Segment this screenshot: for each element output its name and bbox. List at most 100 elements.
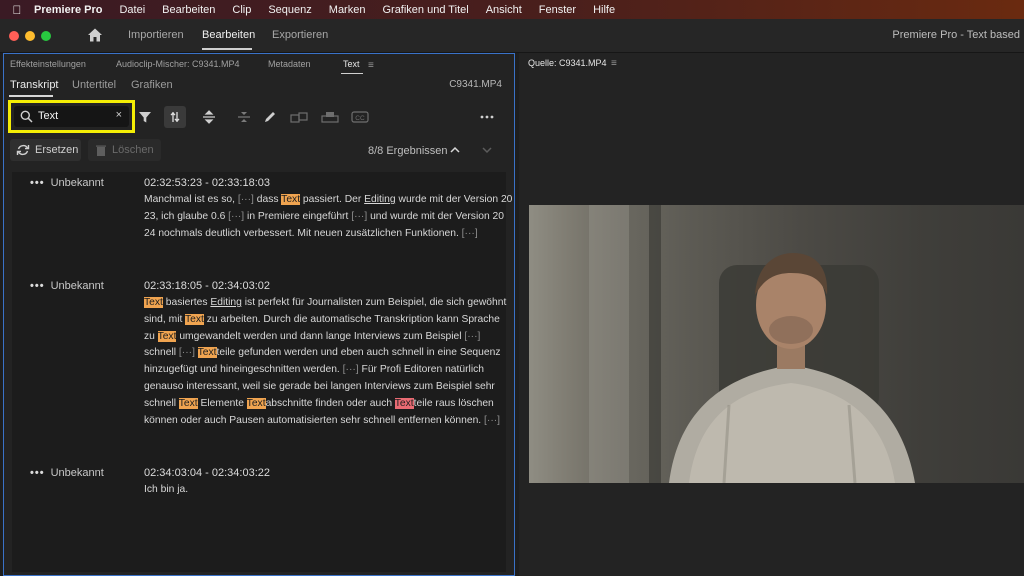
transcript-word: [···] bbox=[461, 227, 478, 239]
speaker-name: Unbekannt bbox=[50, 280, 104, 292]
speaker-menu-icon[interactable]: ••• bbox=[30, 467, 45, 479]
transcript-word: und wurde mit der Version 20 bbox=[367, 210, 505, 222]
search-input[interactable] bbox=[38, 108, 100, 124]
menu-bearbeiten[interactable]: Bearbeiten bbox=[162, 4, 215, 16]
transcript-word: können oder auch Pausen automatisierten … bbox=[144, 414, 485, 426]
transcript-word: [···] bbox=[484, 414, 501, 426]
collapse-icon[interactable] bbox=[233, 106, 255, 128]
subtab-grafiken[interactable]: Grafiken bbox=[131, 79, 173, 91]
search-results-count: 8/8 Ergebnissen bbox=[368, 145, 448, 157]
active-tab-underline bbox=[202, 48, 252, 50]
transcript-line[interactable]: sind, mit Text zu arbeiten. Durch die au… bbox=[144, 313, 500, 325]
search-match[interactable]: Text bbox=[197, 347, 217, 359]
speaker-menu-icon[interactable]: ••• bbox=[30, 177, 45, 189]
tab-metadaten[interactable]: Metadaten bbox=[268, 59, 311, 69]
menu-marken[interactable]: Marken bbox=[329, 4, 366, 16]
tab-quelle[interactable]: Quelle: C9341.MP4 bbox=[528, 58, 607, 68]
edit-pencil-icon[interactable] bbox=[259, 106, 281, 128]
transcript-word: teile gefunden werden und eben auch schn… bbox=[216, 347, 501, 359]
speaker-label[interactable]: ••• Unbekannt bbox=[30, 177, 104, 189]
transcript-line[interactable]: 24 nochmals deutlich verbessert. Mit neu… bbox=[144, 228, 478, 239]
minimize-window-button[interactable] bbox=[25, 31, 35, 41]
search-match[interactable]: Text bbox=[394, 397, 414, 409]
speaker-menu-icon[interactable]: ••• bbox=[30, 280, 45, 292]
delete-button[interactable]: Löschen bbox=[88, 139, 161, 161]
transcript-line[interactable]: schnell Text Elemente Textabschnitte fin… bbox=[144, 397, 494, 409]
search-match[interactable]: Text bbox=[281, 194, 301, 205]
source-video-frame[interactable] bbox=[529, 205, 1024, 483]
expand-icon[interactable] bbox=[198, 106, 220, 128]
speaker-label[interactable]: ••• Unbekannt bbox=[30, 467, 104, 479]
svg-text:CC: CC bbox=[355, 115, 365, 122]
transcript-word: in Premiere eingeführt bbox=[244, 210, 352, 222]
menu-clip[interactable]: Clip bbox=[232, 4, 251, 16]
replace-button[interactable]: Ersetzen bbox=[10, 139, 81, 161]
speaker-name: Unbekannt bbox=[50, 177, 104, 189]
search-match[interactable]: Text bbox=[144, 297, 163, 308]
search-match[interactable]: Text bbox=[185, 313, 204, 325]
previous-result-chevron-up-icon[interactable] bbox=[447, 142, 463, 158]
search-match[interactable]: Text bbox=[178, 397, 198, 409]
menu-ansicht[interactable]: Ansicht bbox=[486, 4, 522, 16]
home-icon[interactable] bbox=[86, 26, 104, 44]
transcript-word: passiert. Der bbox=[300, 194, 365, 205]
captions-icon[interactable]: CC bbox=[349, 106, 371, 128]
tab-bearbeiten[interactable]: Bearbeiten bbox=[202, 29, 255, 41]
menu-datei[interactable]: Datei bbox=[119, 4, 145, 16]
menu-bar:  Premiere Pro Datei Bearbeiten Clip Seq… bbox=[0, 0, 1024, 19]
menu-hilfe[interactable]: Hilfe bbox=[593, 4, 615, 16]
search-match[interactable]: Text bbox=[157, 330, 177, 342]
panel-tab-underline bbox=[341, 73, 363, 74]
transcript-word: umgewandelt werden und dann lange Interv… bbox=[176, 330, 465, 342]
menu-sequenz[interactable]: Sequenz bbox=[268, 4, 311, 16]
transcript-line[interactable]: Text basiertes Editing ist perfekt für J… bbox=[144, 297, 506, 308]
search-match[interactable]: Text bbox=[246, 397, 266, 409]
transcript-line[interactable]: Ich bin ja. bbox=[144, 484, 188, 495]
tab-effekteinstellungen[interactable]: Effekteinstellungen bbox=[10, 59, 86, 69]
transcript-word: teile raus löschen bbox=[413, 397, 494, 409]
subtab-untertitel[interactable]: Untertitel bbox=[72, 79, 116, 91]
clear-search-icon[interactable]: × bbox=[116, 109, 122, 121]
search-field[interactable]: × bbox=[14, 106, 129, 127]
apple-icon[interactable]:  bbox=[0, 3, 34, 17]
transcript-word: ist perfekt für Journalisten zum Beispie… bbox=[241, 297, 507, 308]
transcript-line[interactable]: Manchmal ist es so, [···] dass Text pass… bbox=[144, 194, 512, 205]
transcript-word: Editing bbox=[364, 194, 396, 205]
transcript-line[interactable]: zu Text umgewandelt werden und dann lang… bbox=[144, 330, 481, 342]
tab-text[interactable]: Text bbox=[343, 59, 360, 69]
more-options-icon[interactable] bbox=[476, 106, 498, 128]
panel-menu-icon[interactable]: ≡ bbox=[368, 60, 374, 71]
transcript-line[interactable]: können oder auch Pausen automatisierten … bbox=[144, 415, 500, 426]
transcript-line[interactable]: schnell [···] Textteile gefunden werden … bbox=[144, 347, 501, 359]
subtab-transkript[interactable]: Transkript bbox=[10, 79, 59, 91]
transcript-word: sind, mit bbox=[144, 313, 186, 325]
transcript-word: [···] bbox=[464, 330, 481, 342]
transcript-word: schnell bbox=[144, 397, 179, 409]
tab-exportieren[interactable]: Exportieren bbox=[272, 29, 328, 41]
zoom-window-button[interactable] bbox=[41, 31, 51, 41]
overwrite-icon[interactable] bbox=[319, 106, 341, 128]
filter-icon[interactable] bbox=[134, 106, 156, 128]
menu-app[interactable]: Premiere Pro bbox=[34, 4, 102, 16]
refresh-icon bbox=[16, 144, 30, 156]
transcript-word: [···] bbox=[351, 210, 368, 222]
insert-icon[interactable] bbox=[288, 106, 310, 128]
transcript-line[interactable]: hinzugefügt und hineingeschnitten werden… bbox=[144, 364, 484, 375]
transcript-word: wurde mit der Version 20 bbox=[395, 194, 513, 205]
speaker-label[interactable]: ••• Unbekannt bbox=[30, 280, 104, 292]
close-window-button[interactable] bbox=[9, 31, 19, 41]
trash-icon bbox=[96, 145, 106, 156]
next-result-chevron-down-icon[interactable] bbox=[479, 142, 495, 158]
transcript-line[interactable]: genauso interessant, weil sie gerade bei… bbox=[144, 381, 495, 392]
source-panel-menu-icon[interactable]: ≡ bbox=[611, 58, 617, 69]
tab-audioclip-mischer[interactable]: Audioclip-Mischer: C9341.MP4 bbox=[116, 59, 240, 69]
transcript-word: basiertes bbox=[162, 297, 211, 308]
replace-label: Ersetzen bbox=[35, 144, 79, 156]
sync-transcript-icon[interactable] bbox=[164, 106, 186, 128]
menu-grafiken[interactable]: Grafiken und Titel bbox=[382, 4, 468, 16]
transcript-word: zu arbeiten. Durch die automatische Tran… bbox=[203, 313, 500, 325]
transcript-line[interactable]: 23, ich glaube 0.6 [···] in Premiere ein… bbox=[144, 211, 504, 222]
timecode: 02:33:18:05 - 02:34:03:02 bbox=[144, 280, 270, 292]
tab-importieren[interactable]: Importieren bbox=[128, 29, 184, 41]
menu-fenster[interactable]: Fenster bbox=[539, 4, 576, 16]
